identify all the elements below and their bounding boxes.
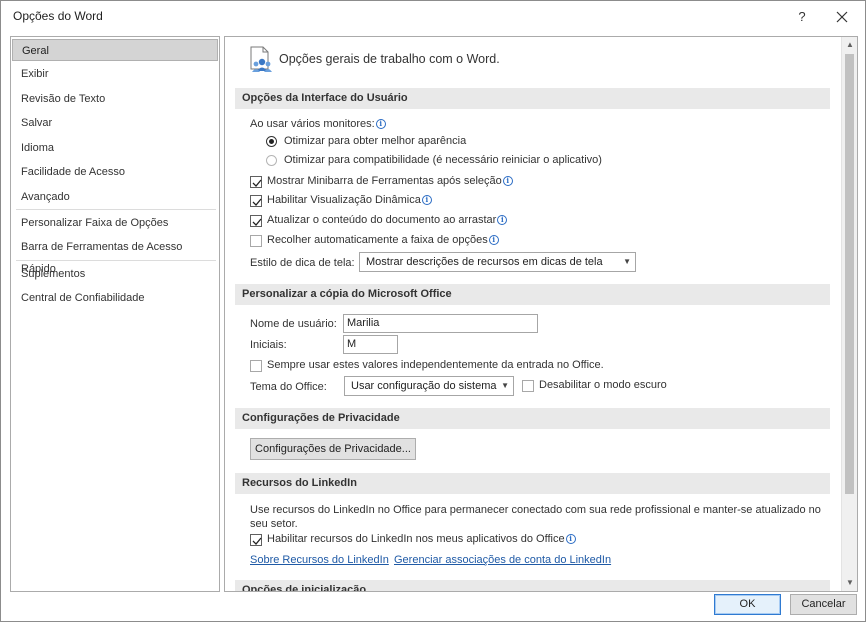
- scroll-up-arrow-icon[interactable]: ▲: [842, 37, 857, 53]
- checkmark-icon: [252, 218, 262, 226]
- sidebar-divider: [16, 260, 216, 261]
- chevron-down-icon: ▼: [623, 257, 631, 266]
- title-bar: Opções do Word ?: [1, 1, 865, 33]
- checkbox-collapse-ribbon[interactable]: [250, 235, 262, 247]
- info-icon: i: [497, 215, 508, 225]
- link-about-linkedin[interactable]: Sobre Recursos do LinkedIn: [250, 554, 389, 566]
- window-title: Opções do Word: [13, 9, 103, 23]
- radio-compatibility[interactable]: [266, 155, 277, 166]
- sidebar-item-facilidade-de-acesso[interactable]: Facilidade de Acesso: [12, 161, 218, 183]
- checkbox-live-preview-label[interactable]: Habilitar Visualização Dinâmica i: [267, 194, 432, 206]
- monitors-label: Ao usar vários monitores: i: [250, 118, 386, 130]
- checkmark-icon: [252, 179, 262, 187]
- sidebar-item-personalizar-faixa[interactable]: Personalizar Faixa de Opções: [12, 212, 218, 234]
- help-button[interactable]: ?: [791, 6, 813, 28]
- sidebar-item-central-de-confiabilidade[interactable]: Central de Confiabilidade: [12, 287, 218, 309]
- ok-button[interactable]: OK: [714, 594, 781, 615]
- privacy-settings-button[interactable]: Configurações de Privacidade...: [250, 438, 416, 460]
- checkbox-update-drag[interactable]: [250, 215, 262, 227]
- sidebar-item-exibir[interactable]: Exibir: [12, 63, 218, 85]
- sidebar-item-geral[interactable]: Geral: [12, 39, 218, 61]
- chevron-down-icon: ▼: [501, 381, 509, 390]
- general-options-icon: [247, 45, 275, 73]
- office-theme-dropdown[interactable]: Usar configuração do sistema ▼: [344, 376, 514, 396]
- sidebar-divider: [16, 209, 216, 210]
- cancel-button[interactable]: Cancelar: [790, 594, 857, 615]
- options-content-panel: Opções gerais de trabalho com o Word. Op…: [224, 36, 858, 592]
- username-label: Nome de usuário:: [250, 318, 337, 330]
- vertical-scrollbar[interactable]: ▲ ▼: [841, 37, 857, 591]
- link-manage-linkedin[interactable]: Gerenciar associações de conta do Linked…: [394, 554, 611, 566]
- section-startup: Opções de inicialização: [235, 580, 830, 591]
- radio-best-appearance[interactable]: [266, 136, 277, 147]
- info-icon: i: [421, 195, 432, 205]
- radio-compatibility-label[interactable]: Otimizar para compatibilidade (é necessá…: [284, 154, 602, 166]
- sidebar-item-avancado[interactable]: Avançado: [12, 186, 218, 208]
- sidebar-item-revisao-de-texto[interactable]: Revisão de Texto: [12, 88, 218, 110]
- checkbox-always-use-label[interactable]: Sempre usar estes valores independenteme…: [267, 359, 604, 371]
- checkbox-enable-linkedin-label[interactable]: Habilitar recursos do LinkedIn nos meus …: [267, 533, 576, 545]
- sidebar-item-barra-acesso-rapido[interactable]: Barra de Ferramentas de Acesso Rápido: [12, 236, 218, 275]
- info-icon: i: [565, 534, 576, 544]
- office-theme-label: Tema do Office:: [250, 381, 327, 393]
- scroll-thumb[interactable]: [845, 54, 854, 494]
- checkbox-minibar-label[interactable]: Mostrar Minibarra de Ferramentas após se…: [267, 175, 513, 187]
- checkbox-disable-dark-mode[interactable]: [522, 380, 534, 392]
- info-icon: i: [502, 176, 513, 186]
- initials-field[interactable]: M: [343, 335, 398, 354]
- checkbox-always-use[interactable]: [250, 360, 262, 372]
- info-icon: i: [488, 235, 499, 245]
- checkbox-update-drag-label[interactable]: Atualizar o conteúdo do documento ao arr…: [267, 214, 508, 226]
- sidebar-item-idioma[interactable]: Idioma: [12, 137, 218, 159]
- checkbox-live-preview[interactable]: [250, 195, 262, 207]
- scroll-down-arrow-icon[interactable]: ▼: [842, 575, 857, 591]
- screentip-value: Mostrar descrições de recursos em dicas …: [366, 256, 603, 268]
- close-button[interactable]: [831, 6, 853, 28]
- username-field[interactable]: Marilia: [343, 314, 538, 333]
- checkmark-icon: [252, 198, 262, 206]
- checkbox-collapse-ribbon-label[interactable]: Recolher automaticamente a faixa de opçõ…: [267, 234, 499, 246]
- section-personalize: Personalizar a cópia do Microsoft Office: [235, 284, 830, 305]
- info-icon: i: [375, 119, 386, 129]
- radio-best-appearance-label[interactable]: Otimizar para obter melhor aparência: [284, 135, 466, 147]
- checkmark-icon: [252, 537, 262, 545]
- linkedin-description: Use recursos do LinkedIn no Office para …: [250, 504, 821, 530]
- screentip-label: Estilo de dica de tela:: [250, 257, 355, 269]
- checkbox-minibar[interactable]: [250, 176, 262, 188]
- checkbox-enable-linkedin[interactable]: [250, 534, 262, 546]
- sidebar-item-suplementos[interactable]: Suplementos: [12, 263, 218, 285]
- checkbox-disable-dark-mode-label[interactable]: Desabilitar o modo escuro: [539, 379, 667, 391]
- section-linkedin: Recursos do LinkedIn: [235, 473, 830, 494]
- section-privacy: Configurações de Privacidade: [235, 408, 830, 429]
- initials-label: Iniciais:: [250, 339, 287, 351]
- category-sidebar: Geral Exibir Revisão de Texto Salvar Idi…: [10, 36, 220, 592]
- word-options-dialog: Opções do Word ? Geral Exibir Revisão de…: [0, 0, 866, 622]
- section-ui-options: Opções da Interface do Usuário: [235, 88, 830, 109]
- page-title: Opções gerais de trabalho com o Word.: [279, 52, 500, 66]
- office-theme-value: Usar configuração do sistema: [351, 380, 497, 392]
- screentip-dropdown[interactable]: Mostrar descrições de recursos em dicas …: [359, 252, 636, 272]
- sidebar-item-salvar[interactable]: Salvar: [12, 112, 218, 134]
- close-icon: [836, 11, 848, 23]
